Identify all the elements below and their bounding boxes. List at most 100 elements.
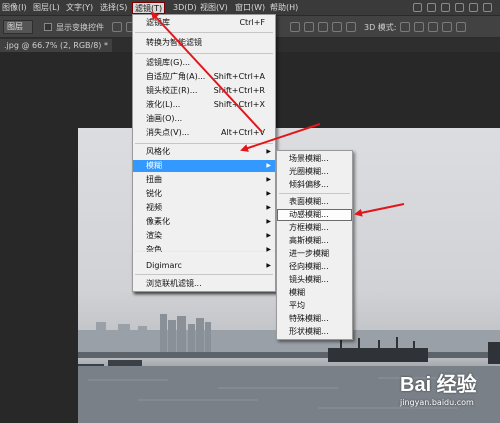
menu-item-label: 油画(O)... <box>146 114 183 123</box>
submenu-arrow-icon: ▶ <box>266 262 271 269</box>
menu-3d[interactable]: 3D(D) <box>173 2 197 14</box>
blur-submenu: 场景模糊... 光圈模糊... 倾斜偏移... 表面模糊... 动感模糊... … <box>276 150 353 340</box>
menu-item-label: 渲染 <box>146 231 162 240</box>
submenu-item-blur[interactable]: 模糊 <box>277 287 352 299</box>
menu-item-video[interactable]: 视频 ▶ <box>133 202 275 214</box>
menu-item-label: 液化(L)... <box>146 100 181 109</box>
show-transform-label: 显示变换控件 <box>56 23 104 32</box>
filter-menu-lower: Digimarc ▶ 浏览联机滤镜... <box>132 252 276 292</box>
menu-item-label: 自适应广角(A)... <box>146 72 206 81</box>
submenu-arrow-icon: ▶ <box>266 162 271 169</box>
tool-icon[interactable] <box>455 3 464 12</box>
menu-item-label: 转换为智能滤镜 <box>146 38 202 47</box>
3d-slide-icon[interactable] <box>442 22 452 32</box>
menu-item-distort[interactable]: 扭曲 ▶ <box>133 174 275 186</box>
menu-item-adaptive-wide-angle[interactable]: 自适应广角(A)... Shift+Ctrl+A <box>133 71 275 83</box>
submenu-arrow-icon: ▶ <box>266 204 271 211</box>
menu-item-vanishing-point[interactable]: 消失点(V)... Alt+Ctrl+V <box>133 127 275 139</box>
show-transform-checkbox[interactable] <box>44 23 52 31</box>
menu-item-pixelate[interactable]: 像素化 ▶ <box>133 216 275 228</box>
submenu-item-box-blur[interactable]: 方框模糊... <box>277 222 352 234</box>
document-tab[interactable]: .jpg @ 66.7% (2, RGB/8) * <box>0 39 112 52</box>
menu-item-render[interactable]: 渲染 ▶ <box>133 230 275 242</box>
distribute-icon[interactable] <box>304 22 314 32</box>
submenu-item-field-blur[interactable]: 场景模糊... <box>277 153 352 165</box>
menu-layer[interactable]: 图层(L) <box>33 2 60 14</box>
shortcut-label: Shift+Ctrl+X <box>213 100 265 109</box>
menu-item-convert-smart-filter[interactable]: 转换为智能滤镜 <box>133 37 275 49</box>
menu-item-lens-correction[interactable]: 镜头校正(R)... Shift+Ctrl+R <box>133 85 275 97</box>
shortcut-label: Shift+Ctrl+A <box>213 72 265 81</box>
menu-item-label: Digimarc <box>146 261 182 270</box>
submenu-arrow-icon: ▶ <box>266 218 271 225</box>
menu-window[interactable]: 窗口(W) <box>235 2 265 14</box>
submenu-arrow-icon: ▶ <box>266 148 271 155</box>
menu-item-sharpen[interactable]: 锐化 ▶ <box>133 188 275 200</box>
menu-item-label: 风格化 <box>146 147 170 156</box>
3d-scale-icon[interactable] <box>456 22 466 32</box>
watermark-url: jingyan.baidu.com <box>400 398 474 407</box>
align-icon[interactable] <box>112 22 122 32</box>
tool-icon[interactable] <box>427 3 436 12</box>
watermark-logo: Bai 经验 <box>400 374 477 396</box>
submenu-item-gaussian-blur[interactable]: 高斯模糊... <box>277 235 352 247</box>
menu-item-label: 锐化 <box>146 189 162 198</box>
submenu-item-tilt-shift[interactable]: 倾斜偏移... <box>277 179 352 191</box>
menu-item-browse-online[interactable]: 浏览联机滤镜... <box>133 278 275 290</box>
submenu-arrow-icon: ▶ <box>266 232 271 239</box>
menu-separator <box>279 193 350 194</box>
menu-item-digimarc[interactable]: Digimarc ▶ <box>133 260 275 272</box>
menu-item-last-filter[interactable]: 滤镜库 Ctrl+F <box>133 17 275 29</box>
menu-item-oil-paint[interactable]: 油画(O)... <box>133 113 275 125</box>
menu-image[interactable]: 图像(I) <box>2 2 27 14</box>
menu-item-liquify[interactable]: 液化(L)... Shift+Ctrl+X <box>133 99 275 111</box>
distribute-icon[interactable] <box>332 22 342 32</box>
menu-select[interactable]: 选择(S) <box>100 2 127 14</box>
menu-view[interactable]: 视图(V) <box>200 2 228 14</box>
3d-roll-icon[interactable] <box>414 22 424 32</box>
menu-item-label: 像素化 <box>146 217 170 226</box>
3d-mode-label: 3D 模式: <box>364 23 397 32</box>
distribute-icon[interactable] <box>290 22 300 32</box>
3d-pan-icon[interactable] <box>428 22 438 32</box>
menu-type[interactable]: 文字(Y) <box>66 2 93 14</box>
menu-item-stylize[interactable]: 风格化 ▶ <box>133 146 275 158</box>
menu-separator <box>135 143 273 144</box>
distribute-icon[interactable] <box>346 22 356 32</box>
submenu-item-radial-blur[interactable]: 径向模糊... <box>277 261 352 273</box>
tool-icon[interactable] <box>483 3 492 12</box>
menu-filter[interactable]: 滤镜(T) <box>132 2 166 14</box>
baidu-jingyan-watermark: Bai 经验 jingyan.baidu.com <box>400 368 496 416</box>
submenu-item-lens-blur[interactable]: 镜头模糊... <box>277 274 352 286</box>
menu-separator <box>135 53 273 54</box>
menu-separator <box>135 32 273 33</box>
submenu-item-blur-more[interactable]: 进一步模糊 <box>277 248 352 260</box>
menu-item-filter-gallery[interactable]: 滤镜库(G)... <box>133 57 275 69</box>
3d-rotate-icon[interactable] <box>400 22 410 32</box>
menu-help[interactable]: 帮助(H) <box>270 2 298 14</box>
tool-icon[interactable] <box>469 3 478 12</box>
submenu-item-smart-blur[interactable]: 特殊模糊... <box>277 313 352 325</box>
submenu-item-surface-blur[interactable]: 表面模糊... <box>277 196 352 208</box>
menu-item-label: 扭曲 <box>146 175 162 184</box>
menu-item-blur[interactable]: 模糊 ▶ <box>133 160 275 172</box>
distribute-icon[interactable] <box>318 22 328 32</box>
submenu-item-motion-blur[interactable]: 动感模糊... <box>277 209 352 221</box>
tool-icon[interactable] <box>441 3 450 12</box>
window-controls <box>408 3 492 13</box>
menu-separator <box>135 274 273 275</box>
menu-item-label: 滤镜库 <box>146 18 170 27</box>
shortcut-label: Shift+Ctrl+R <box>213 86 265 95</box>
submenu-arrow-icon: ▶ <box>266 176 271 183</box>
submenu-item-average[interactable]: 平均 <box>277 300 352 312</box>
auto-select-dropdown[interactable]: 图层 <box>3 20 33 34</box>
menu-item-label: 滤镜库(G)... <box>146 58 191 67</box>
tool-icon[interactable] <box>413 3 422 12</box>
shortcut-label: Ctrl+F <box>239 18 265 27</box>
submenu-item-shape-blur[interactable]: 形状模糊... <box>277 326 352 338</box>
submenu-arrow-icon: ▶ <box>266 190 271 197</box>
submenu-item-iris-blur[interactable]: 光圈模糊... <box>277 166 352 178</box>
filter-menu: 滤镜库 Ctrl+F 转换为智能滤镜 滤镜库(G)... 自适应广角(A)... S… <box>132 14 276 292</box>
menu-item-label: 视频 <box>146 203 162 212</box>
shortcut-label: Alt+Ctrl+V <box>221 128 265 137</box>
